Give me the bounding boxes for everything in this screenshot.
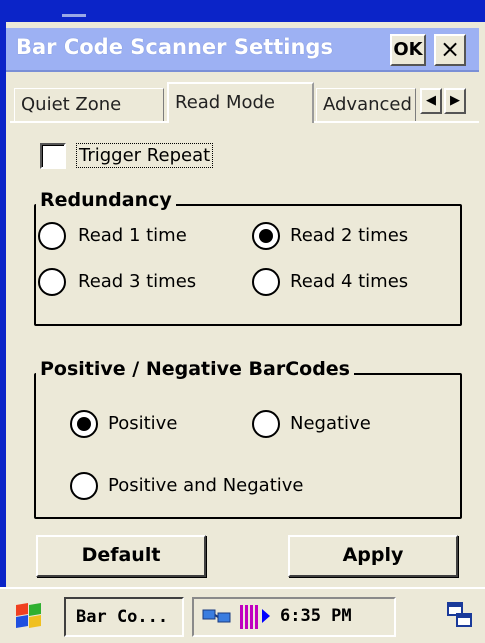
trigger-repeat-checkbox[interactable]: [40, 143, 66, 169]
radio-positive[interactable]: [70, 410, 98, 438]
apply-button[interactable]: Apply: [288, 535, 458, 577]
radio-read-4[interactable]: [252, 268, 280, 296]
top-frame: [0, 0, 485, 22]
network-icon[interactable]: [202, 607, 232, 627]
redundancy-title: Redundancy: [36, 189, 176, 211]
redundancy-group: [34, 204, 462, 326]
taskbar: Bar Co... 6:35 PM: [0, 587, 485, 643]
tab-scroll-right-icon[interactable]: ▶: [444, 88, 466, 114]
radio-positive-and-negative[interactable]: [70, 472, 98, 500]
positive-and-negative-label[interactable]: Positive and Negative: [108, 475, 303, 496]
title-bar: Bar Code Scanner Settings OK ×: [6, 28, 479, 72]
tab-quiet-zone[interactable]: Quiet Zone: [14, 88, 164, 122]
barcode-scanner-icon[interactable]: [240, 605, 258, 629]
close-button[interactable]: ×: [434, 34, 466, 66]
radio-read-2[interactable]: [252, 222, 280, 250]
barcodes-group: [34, 373, 462, 519]
tab-strip: Quiet Zone Read Mode Advanced ◀ ▶: [10, 82, 479, 123]
positive-label[interactable]: Positive: [108, 413, 177, 434]
radio-negative[interactable]: [252, 410, 280, 438]
system-tray: 6:35 PM: [192, 597, 396, 637]
read-4-label[interactable]: Read 4 times: [290, 271, 408, 292]
read-1-label[interactable]: Read 1 time: [78, 225, 187, 246]
taskbar-app-button[interactable]: Bar Co...: [64, 597, 184, 637]
read-2-label[interactable]: Read 2 times: [290, 225, 408, 246]
show-desktop-icon[interactable]: [446, 601, 474, 629]
negative-label[interactable]: Negative: [290, 413, 371, 434]
window-title: Bar Code Scanner Settings: [16, 35, 333, 59]
tab-scroll-left-icon[interactable]: ◀: [420, 88, 442, 114]
read-3-label[interactable]: Read 3 times: [78, 271, 196, 292]
clock[interactable]: 6:35 PM: [280, 606, 352, 626]
barcodes-title: Positive / Negative BarCodes: [36, 358, 354, 380]
top-frame-mark: [62, 14, 86, 17]
tab-advanced[interactable]: Advanced: [316, 88, 416, 122]
start-windows-icon[interactable]: [14, 602, 42, 629]
trigger-repeat-label[interactable]: Trigger Repeat: [76, 143, 214, 168]
radio-read-3[interactable]: [38, 268, 66, 296]
radio-read-1[interactable]: [38, 222, 66, 250]
tab-read-mode[interactable]: Read Mode: [167, 82, 314, 123]
default-button[interactable]: Default: [36, 535, 206, 577]
tray-arrow-icon[interactable]: [262, 609, 270, 623]
ok-button[interactable]: OK: [390, 34, 426, 66]
